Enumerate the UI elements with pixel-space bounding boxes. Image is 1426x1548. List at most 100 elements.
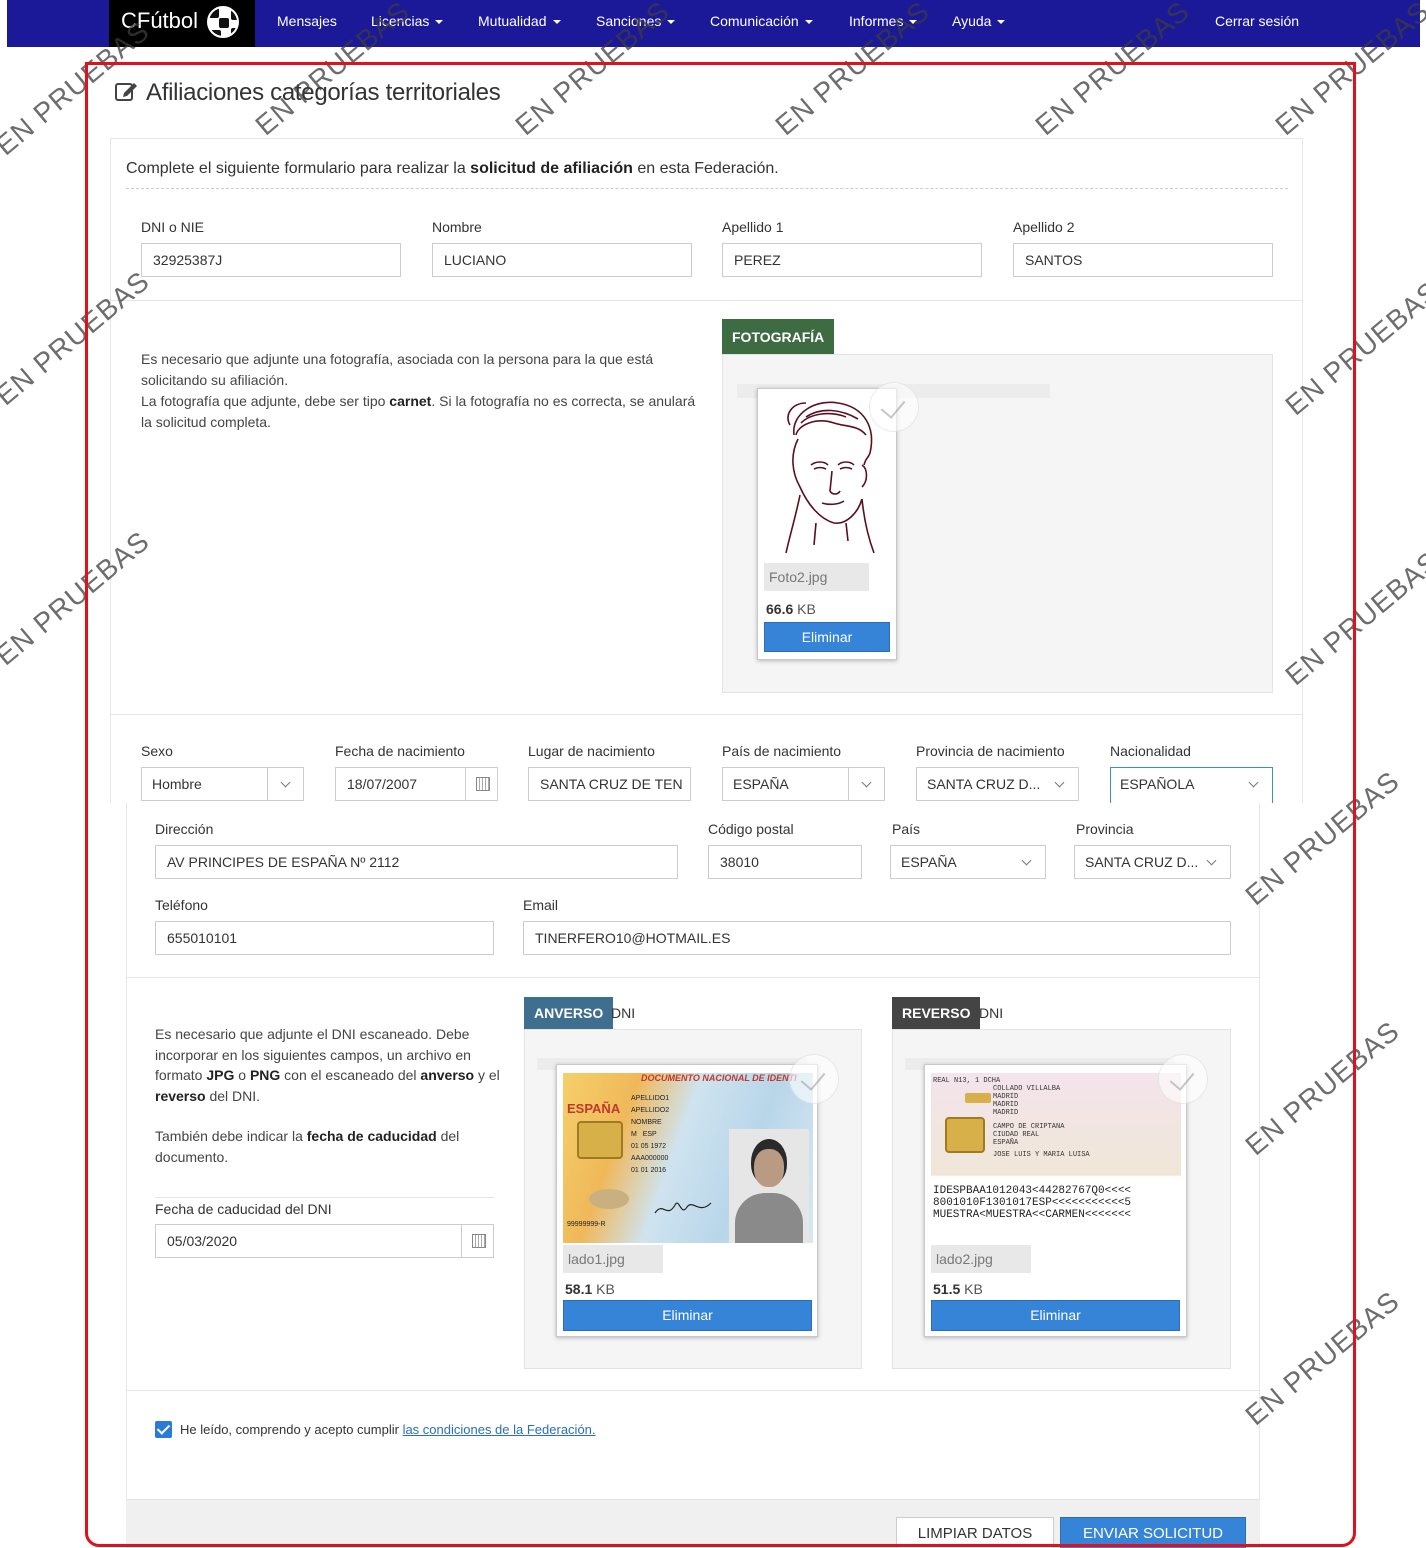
provincia-select[interactable]: SANTA CRUZ D... bbox=[1074, 845, 1231, 879]
email-label: Email bbox=[523, 897, 559, 913]
check-icon bbox=[869, 382, 919, 432]
photo-file-name: Foto2.jpg bbox=[764, 563, 869, 591]
card-photo bbox=[729, 1129, 809, 1243]
caducidad-input[interactable]: 05/03/2020 bbox=[155, 1224, 494, 1258]
chevron-down-icon bbox=[848, 768, 884, 800]
pais-nacimiento-label: País de nacimiento bbox=[722, 743, 842, 759]
chevron-down-icon bbox=[1042, 768, 1078, 800]
divider bbox=[127, 977, 1259, 978]
calendar-icon[interactable] bbox=[465, 768, 497, 800]
anverso-remove-button[interactable]: Eliminar bbox=[563, 1300, 812, 1331]
portrait-sketch bbox=[785, 401, 875, 554]
divider bbox=[111, 714, 1302, 715]
nombre-input[interactable]: LUCIANO bbox=[432, 243, 692, 277]
terms-link[interactable]: las condiciones de la Federación. bbox=[403, 1422, 596, 1437]
direccion-label: Dirección bbox=[155, 821, 214, 837]
dni-instructions: Es necesario que adjunte el DNI escanead… bbox=[155, 1026, 500, 1104]
nav-sanciones[interactable]: Sanciones bbox=[596, 12, 676, 30]
reverso-dni-image: REAL N13, 1 DCHA COLLADO VILLALBA MADRID… bbox=[931, 1073, 1181, 1243]
dni-label: DNI o NIE bbox=[141, 219, 205, 235]
codigo-postal-label: Código postal bbox=[708, 821, 794, 837]
direccion-input[interactable]: AV PRINCIPES DE ESPAÑA Nº 2112 bbox=[155, 845, 678, 879]
anverso-file-card: DOCUMENTO NACIONAL DE IDENTI ESPAÑA APEL… bbox=[556, 1064, 818, 1337]
divider bbox=[111, 300, 1302, 301]
nav-licencias[interactable]: Licencias bbox=[371, 12, 444, 30]
apellido1-input[interactable]: PEREZ bbox=[722, 243, 982, 277]
card-fields: APELLIDO1 APELLIDO2 NOMBRE M ESP 01 05 1… bbox=[631, 1095, 670, 1174]
submit-button[interactable]: ENVIAR SOLICITUD bbox=[1060, 1517, 1246, 1548]
card-dni-number: 99999999-R bbox=[567, 1221, 606, 1228]
nacionalidad-select[interactable]: ESPAÑOLA bbox=[1110, 767, 1273, 805]
hologram-strip bbox=[965, 1093, 991, 1103]
codigo-postal-input[interactable]: 38010 bbox=[708, 845, 862, 879]
pais-select[interactable]: ESPAÑA bbox=[890, 845, 1046, 879]
clear-button[interactable]: LIMPIAR DATOS bbox=[896, 1517, 1054, 1548]
pais-nacimiento-select[interactable]: ESPAÑA bbox=[722, 767, 885, 801]
chip-icon bbox=[945, 1117, 985, 1153]
lugar-nacimiento-input[interactable]: SANTA CRUZ DE TEN bbox=[528, 767, 691, 801]
chevron-down-icon bbox=[804, 20, 813, 25]
nav-mutualidad[interactable]: Mutualidad bbox=[478, 12, 561, 30]
chevron-down-icon bbox=[1009, 846, 1045, 878]
caducidad-label: Fecha de caducidad del DNI bbox=[155, 1201, 332, 1217]
card-country-text: ESPAÑA bbox=[567, 1101, 621, 1116]
sexo-label: Sexo bbox=[141, 743, 173, 759]
reverso-file-name: lado2.jpg bbox=[931, 1245, 1031, 1273]
chevron-down-icon bbox=[552, 20, 561, 25]
calendar-icon[interactable] bbox=[461, 1225, 493, 1257]
fecha-nacimiento-label: Fecha de nacimiento bbox=[335, 743, 465, 759]
sexo-select[interactable]: Hombre bbox=[141, 767, 304, 801]
card-mrz: IDESPBAA1012043<44282767Q0<<<< 8001010F1… bbox=[933, 1185, 1132, 1221]
nombre-label: Nombre bbox=[432, 219, 482, 235]
provincia-nacimiento-label: Provincia de nacimiento bbox=[916, 743, 1065, 759]
photo-instructions: Es necesario que adjunte una fotografía,… bbox=[141, 351, 696, 430]
check-icon bbox=[789, 1054, 839, 1104]
brand-name: CFútbol bbox=[121, 8, 199, 33]
terms-checkbox[interactable] bbox=[155, 1421, 172, 1438]
apellido1-label: Apellido 1 bbox=[722, 219, 784, 235]
chevron-down-icon bbox=[997, 20, 1006, 25]
anverso-dni-image: DOCUMENTO NACIONAL DE IDENTI ESPAÑA APEL… bbox=[563, 1073, 813, 1243]
chevron-down-icon bbox=[667, 20, 676, 25]
chevron-down-icon bbox=[1236, 768, 1272, 800]
photo-file-size: 66.6 KB bbox=[766, 601, 816, 617]
reverso-file-size: 51.5 KB bbox=[933, 1281, 983, 1297]
signature bbox=[654, 1202, 712, 1214]
nav-informes[interactable]: Informes bbox=[849, 12, 918, 30]
dni-caducidad-instructions: También debe indicar la fecha de caducid… bbox=[155, 1128, 460, 1165]
nav-comunicacion[interactable]: Comunicación bbox=[710, 12, 813, 30]
card-back-fields: REAL N13, 1 DCHA bbox=[933, 1077, 1001, 1085]
photo-remove-button[interactable]: Eliminar bbox=[764, 622, 890, 652]
card-back-address: COLLADO VILLALBA MADRID MADRID MADRID CA… bbox=[993, 1085, 1090, 1159]
photo-file-card: Foto2.jpg 66.6 KB Eliminar bbox=[757, 388, 897, 660]
fecha-nacimiento-input[interactable]: 18/07/2007 bbox=[335, 767, 498, 801]
nav-mensajes[interactable]: Mensajes bbox=[277, 12, 337, 30]
pais-label: País bbox=[892, 821, 921, 837]
divider bbox=[126, 188, 1288, 189]
reverso-file-card: REAL N13, 1 DCHA COLLADO VILLALBA MADRID… bbox=[924, 1064, 1187, 1337]
anverso-suffix: DNI bbox=[611, 1005, 636, 1021]
divider bbox=[127, 1390, 1259, 1391]
hologram bbox=[589, 1189, 629, 1209]
email-input[interactable]: TINERFERO10@HOTMAIL.ES bbox=[523, 921, 1231, 955]
reverso-tag: REVERSO bbox=[892, 997, 981, 1029]
apellido2-label: Apellido 2 bbox=[1013, 219, 1075, 235]
logout-link[interactable]: Cerrar sesión bbox=[1215, 12, 1299, 30]
dni-input[interactable]: 32925387J bbox=[141, 243, 401, 277]
anverso-file-size: 58.1 KB bbox=[565, 1281, 615, 1297]
apellido2-input[interactable]: SANTOS bbox=[1013, 243, 1273, 277]
divider bbox=[155, 1197, 494, 1198]
reverso-suffix: DNI bbox=[979, 1005, 1004, 1021]
telefono-input[interactable]: 655010101 bbox=[155, 921, 494, 955]
brand-logo[interactable]: CFútbol bbox=[109, 0, 255, 47]
anverso-tag: ANVERSO bbox=[524, 997, 614, 1029]
nav-ayuda[interactable]: Ayuda bbox=[952, 12, 1006, 30]
reverso-remove-button[interactable]: Eliminar bbox=[931, 1300, 1180, 1331]
card-header-text: DOCUMENTO NACIONAL DE IDENTI bbox=[641, 1073, 797, 1083]
provincia-nacimiento-select[interactable]: SANTA CRUZ D... bbox=[916, 767, 1079, 801]
chip-icon bbox=[577, 1121, 623, 1159]
chevron-down-icon bbox=[1194, 846, 1230, 878]
chevron-down-icon bbox=[909, 20, 918, 25]
anverso-file-name: lado1.jpg bbox=[563, 1245, 663, 1273]
check-icon bbox=[1158, 1054, 1208, 1104]
